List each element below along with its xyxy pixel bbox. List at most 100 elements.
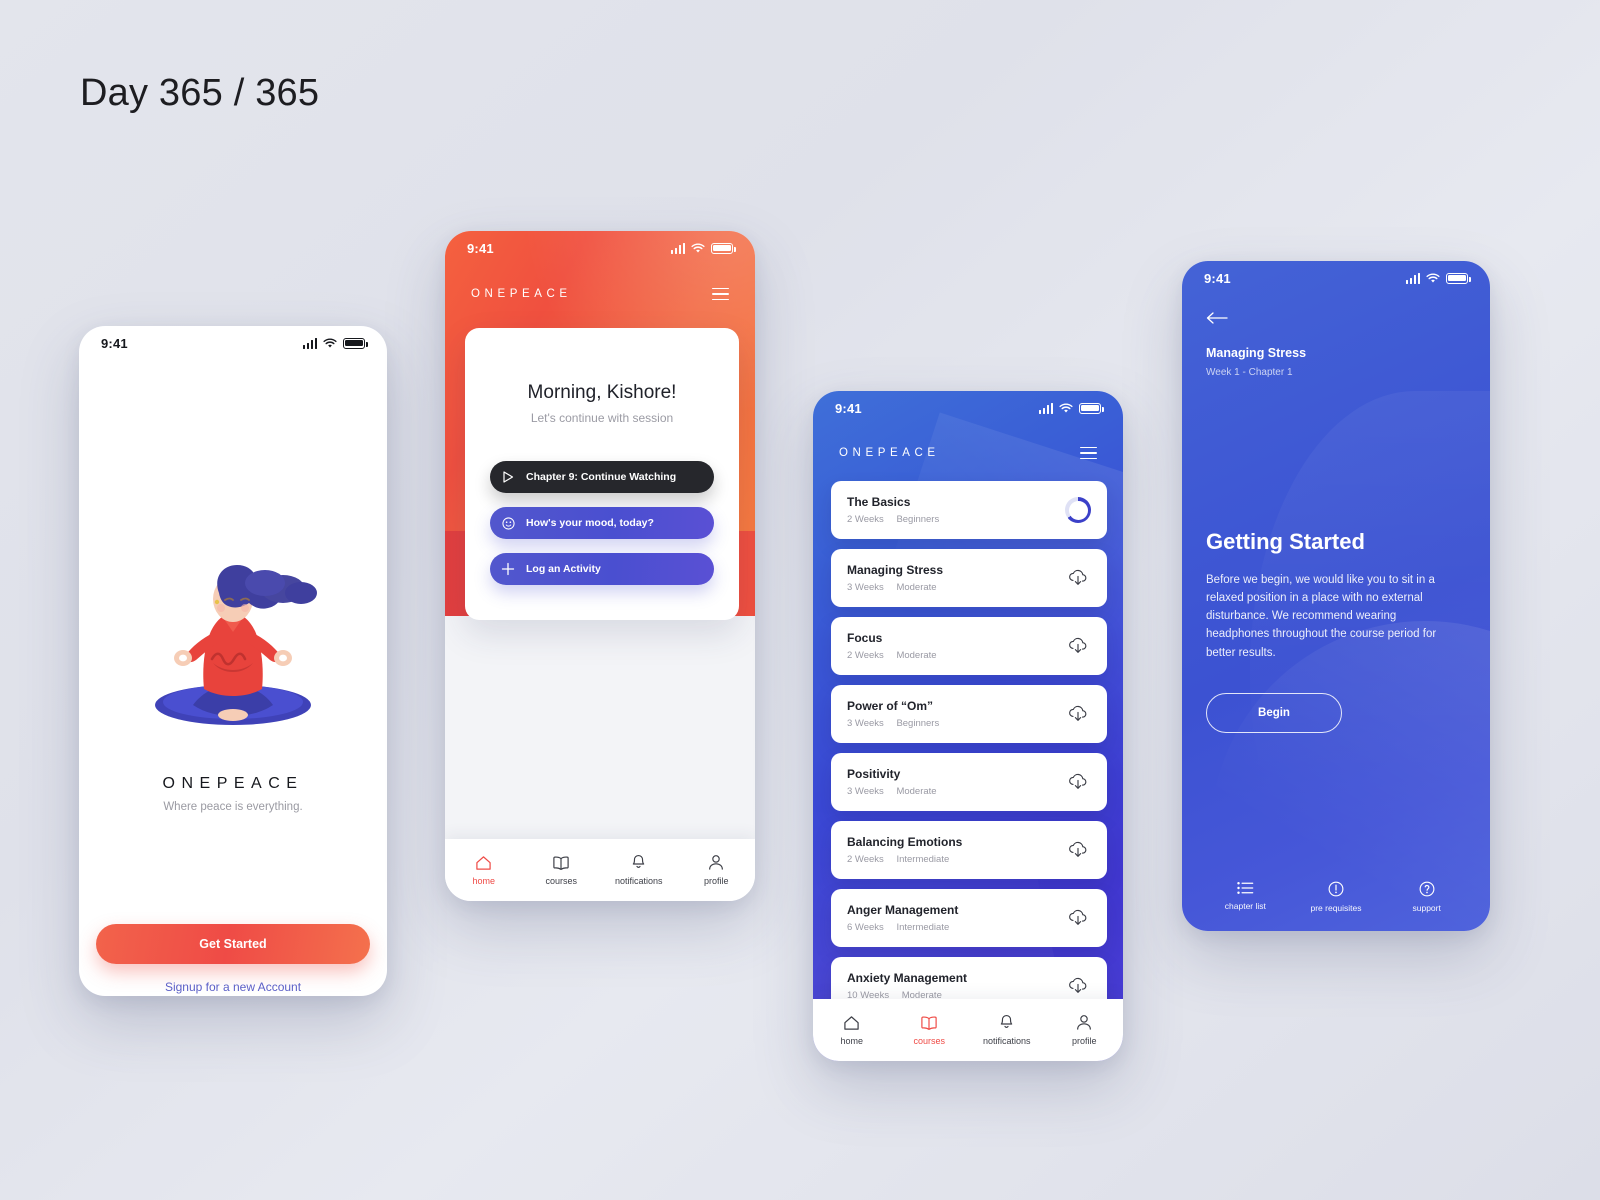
course-list: The Basics 2 Weeks Beginners Managing St… <box>831 481 1107 1025</box>
course-meta: 3 Weeks Moderate <box>847 786 1065 797</box>
log-activity-label: Log an Activity <box>526 563 601 575</box>
course-title: Anger Management <box>847 903 959 917</box>
status-time: 9:41 <box>467 240 494 256</box>
bell-icon <box>633 854 645 868</box>
tab-notifications[interactable]: notifications <box>968 1014 1046 1046</box>
course-info: The Basics 2 Weeks Beginners <box>847 495 1065 525</box>
phone-home-screen: 9:41 ONEPEACE Morning, Kishore! Let's co… <box>445 231 755 901</box>
hamburger-menu-icon[interactable] <box>712 287 729 301</box>
greeting-card: Morning, Kishore! Let's continue with se… <box>465 328 739 620</box>
tab-support-label: support <box>1412 903 1441 913</box>
battery-icon <box>343 337 368 349</box>
tab-courses-label: courses <box>913 1035 945 1046</box>
greeting-subtitle: Let's continue with session <box>530 411 674 425</box>
wifi-icon <box>1426 272 1440 284</box>
status-bar: 9:41 <box>1182 261 1490 295</box>
greeting-title: Morning, Kishore! <box>527 382 677 403</box>
intro-tabbar: chapter list pre requisites support <box>1182 881 1490 913</box>
status-bar: 9:41 <box>79 326 387 360</box>
continue-watching-button[interactable]: Chapter 9: Continue Watching <box>490 461 714 493</box>
status-time: 9:41 <box>835 400 862 416</box>
app-logo: ONEPEACE <box>839 447 940 459</box>
status-time: 9:41 <box>101 335 128 351</box>
course-level: Moderate <box>896 650 937 661</box>
phone-courses-screen: 9:41 ONEPEACE The Basics 2 Weeks Beginne… <box>813 391 1123 1061</box>
meditating-woman-illustration <box>79 555 387 740</box>
list-item[interactable]: Positivity 3 Weeks Moderate <box>831 753 1107 811</box>
tab-chapter-list[interactable]: chapter list <box>1200 881 1291 913</box>
course-meta: 2 Weeks Intermediate <box>847 854 1065 865</box>
question-circle-icon <box>1419 881 1435 897</box>
list-item[interactable]: Managing Stress 3 Weeks Moderate <box>831 549 1107 607</box>
phone-course-intro-screen: 9:41 Managing Stress Week 1 - Chapter 1 … <box>1182 261 1490 931</box>
mood-button[interactable]: How's your mood, today? <box>490 507 714 539</box>
list-icon <box>1237 882 1254 894</box>
status-indicators <box>1405 272 1471 284</box>
tab-notifications[interactable]: notifications <box>600 854 678 886</box>
tab-profile[interactable]: profile <box>678 854 756 886</box>
get-started-button[interactable]: Get Started <box>96 924 370 964</box>
courses-tabbar: home courses notifications profile <box>813 999 1123 1061</box>
wifi-icon <box>1059 402 1073 414</box>
course-level: Beginners <box>896 718 940 729</box>
tab-notifications-label: notifications <box>614 876 663 886</box>
course-meta: 6 Weeks Intermediate <box>847 922 1065 933</box>
status-indicators <box>302 337 368 349</box>
list-item[interactable]: Focus 2 Weeks Moderate <box>831 617 1107 675</box>
list-item[interactable]: The Basics 2 Weeks Beginners <box>831 481 1107 539</box>
book-icon <box>553 855 569 870</box>
status-time: 9:41 <box>1204 270 1231 286</box>
course-level: Moderate <box>896 582 937 593</box>
download-cloud-icon[interactable] <box>1065 976 1091 996</box>
download-cloud-icon[interactable] <box>1065 840 1091 860</box>
download-cloud-icon[interactable] <box>1065 636 1091 656</box>
course-duration: 3 Weeks <box>847 786 884 797</box>
tab-profile-label: profile <box>1071 1036 1097 1046</box>
tab-courses[interactable]: courses <box>523 855 601 886</box>
tab-home-label: home <box>840 1035 863 1046</box>
brand-block: ONEPEACE Where peace is everything. <box>79 775 387 813</box>
course-info: Power of “Om” 3 Weeks Beginners <box>847 699 1065 729</box>
download-cloud-icon[interactable] <box>1065 772 1091 792</box>
status-indicators <box>670 242 736 254</box>
battery-icon <box>1446 272 1471 284</box>
brand-name: ONEPEACE <box>162 775 304 792</box>
list-item[interactable]: Power of “Om” 3 Weeks Beginners <box>831 685 1107 743</box>
tab-courses[interactable]: courses <box>891 1015 969 1046</box>
course-duration: 2 Weeks <box>847 514 884 525</box>
course-title: Managing Stress <box>1206 346 1307 360</box>
tab-chapter-list-label: chapter list <box>1224 901 1266 911</box>
course-title: Power of “Om” <box>847 699 934 713</box>
signup-link[interactable]: Signup for a new Account <box>79 980 387 994</box>
course-title: Managing Stress <box>847 563 944 577</box>
plus-icon <box>490 562 526 576</box>
tab-support[interactable]: support <box>1381 881 1472 913</box>
bell-icon <box>1001 1014 1013 1028</box>
tab-home-label: home <box>472 875 495 886</box>
progress-ring-icon[interactable] <box>1065 497 1091 523</box>
tab-home[interactable]: home <box>813 1015 891 1046</box>
app-logo: ONEPEACE <box>471 288 572 300</box>
course-title: Focus <box>847 631 883 645</box>
download-cloud-icon[interactable] <box>1065 704 1091 724</box>
tab-pre-requisites[interactable]: pre requisites <box>1291 881 1382 913</box>
tab-profile[interactable]: profile <box>1046 1014 1124 1046</box>
download-cloud-icon[interactable] <box>1065 908 1091 928</box>
hamburger-menu-icon[interactable] <box>1080 446 1097 460</box>
cellular-signal-icon <box>670 242 685 254</box>
courses-top-nav: ONEPEACE <box>813 438 1123 468</box>
log-activity-button[interactable]: Log an Activity <box>490 553 714 585</box>
begin-button[interactable]: Begin <box>1206 693 1342 733</box>
cellular-signal-icon <box>1038 402 1053 414</box>
course-title: Positivity <box>847 767 901 781</box>
mood-label: How's your mood, today? <box>526 517 654 529</box>
play-icon <box>490 471 526 483</box>
phone-splash-screen: 9:41 ONEPEACE Where peace is everything.… <box>79 326 387 996</box>
list-item[interactable]: Balancing Emotions 2 Weeks Intermediate <box>831 821 1107 879</box>
download-cloud-icon[interactable] <box>1065 568 1091 588</box>
list-item[interactable]: Anger Management 6 Weeks Intermediate <box>831 889 1107 947</box>
course-duration: 6 Weeks <box>847 922 884 933</box>
back-arrow-icon[interactable] <box>1206 311 1228 329</box>
tab-home[interactable]: home <box>445 855 523 886</box>
book-icon <box>921 1015 937 1030</box>
